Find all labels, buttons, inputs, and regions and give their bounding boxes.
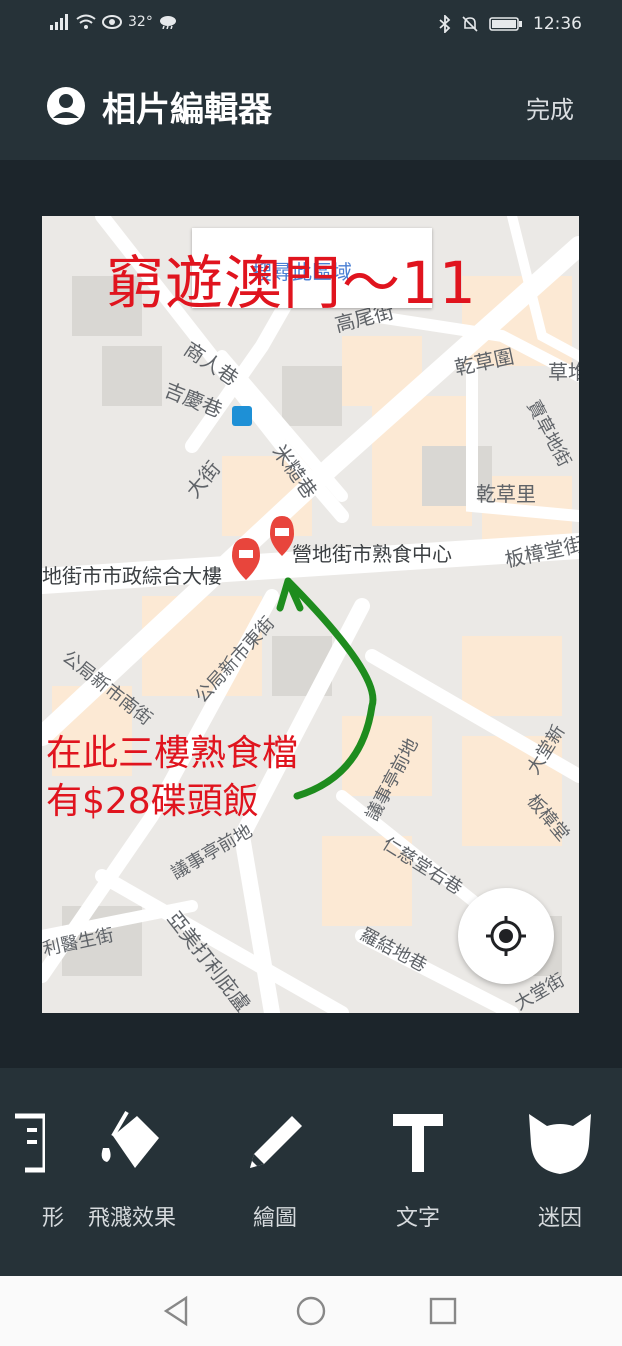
- annotation-line-1: 在此三樓熟食檔: [46, 733, 299, 774]
- app-header: 相片編輯器 完成: [0, 52, 622, 160]
- done-button[interactable]: 完成: [526, 90, 574, 125]
- bluetooth-icon: [439, 15, 451, 33]
- paint-bucket-icon: [101, 1110, 159, 1168]
- my-location-button[interactable]: [458, 888, 554, 984]
- tool-splash[interactable]: 飛濺效果: [72, 1108, 192, 1232]
- triangle-back-icon[interactable]: [160, 1294, 194, 1328]
- tool-label: 迷因: [537, 1206, 582, 1231]
- poi-label: 地街市市政綜合大樓: [42, 564, 222, 588]
- photo-headline-text: 窮遊澳門～11: [106, 249, 477, 317]
- wifi-icon: [76, 14, 96, 29]
- editor-toolbar: 形 飛濺效果 繪圖 文字 迷因: [0, 1068, 622, 1276]
- cat-face-icon: [529, 1114, 591, 1174]
- eye-icon: [102, 15, 122, 29]
- tool-meme[interactable]: 迷因: [500, 1108, 620, 1232]
- clock: 12:36: [533, 14, 582, 34]
- crop-shape-icon: [15, 1113, 45, 1173]
- tool-label: 繪圖: [252, 1206, 297, 1231]
- status-right: 12:36: [439, 14, 582, 34]
- account-circle-icon[interactable]: [46, 86, 86, 126]
- bell-off-icon: [462, 16, 478, 32]
- tool-text[interactable]: 文字: [358, 1108, 478, 1232]
- cloud-icon: [159, 16, 176, 29]
- battery-icon: [489, 17, 522, 31]
- system-nav-bar: [0, 1276, 622, 1346]
- temperature: 32°: [128, 14, 153, 30]
- page-title: 相片編輯器: [102, 90, 272, 130]
- tool-label: 文字: [395, 1206, 440, 1231]
- status-left: 32°: [50, 14, 177, 30]
- map-label: 草堆: [548, 360, 579, 384]
- tool-partial[interactable]: 形: [0, 1108, 70, 1232]
- poi-label: 營地街市熟食中心: [292, 542, 452, 566]
- photo-map[interactable]: 高尾街 商人巷 吉慶巷 大街 米糙巷 乾草圍 乾草里 草堆 賣草地街 板樟堂街 …: [42, 216, 579, 1013]
- tool-label: 飛濺效果: [87, 1206, 176, 1231]
- pencil-icon: [250, 1116, 302, 1168]
- map-label: 乾草里: [476, 482, 536, 506]
- tool-label: 形: [41, 1206, 64, 1231]
- square-recent-icon[interactable]: [426, 1294, 460, 1328]
- tool-draw[interactable]: 繪圖: [215, 1108, 335, 1232]
- text-t-icon: [393, 1114, 443, 1172]
- my-location-icon: [486, 916, 526, 956]
- annotation-line-2: 有$28碟頭飯: [46, 781, 259, 822]
- signal-icon: [50, 14, 68, 30]
- editor-canvas: 高尾街 商人巷 吉慶巷 大街 米糙巷 乾草圍 乾草里 草堆 賣草地街 板樟堂街 …: [0, 160, 622, 1068]
- status-bar: 32° 12:36: [0, 0, 622, 52]
- circle-home-icon[interactable]: [294, 1294, 328, 1328]
